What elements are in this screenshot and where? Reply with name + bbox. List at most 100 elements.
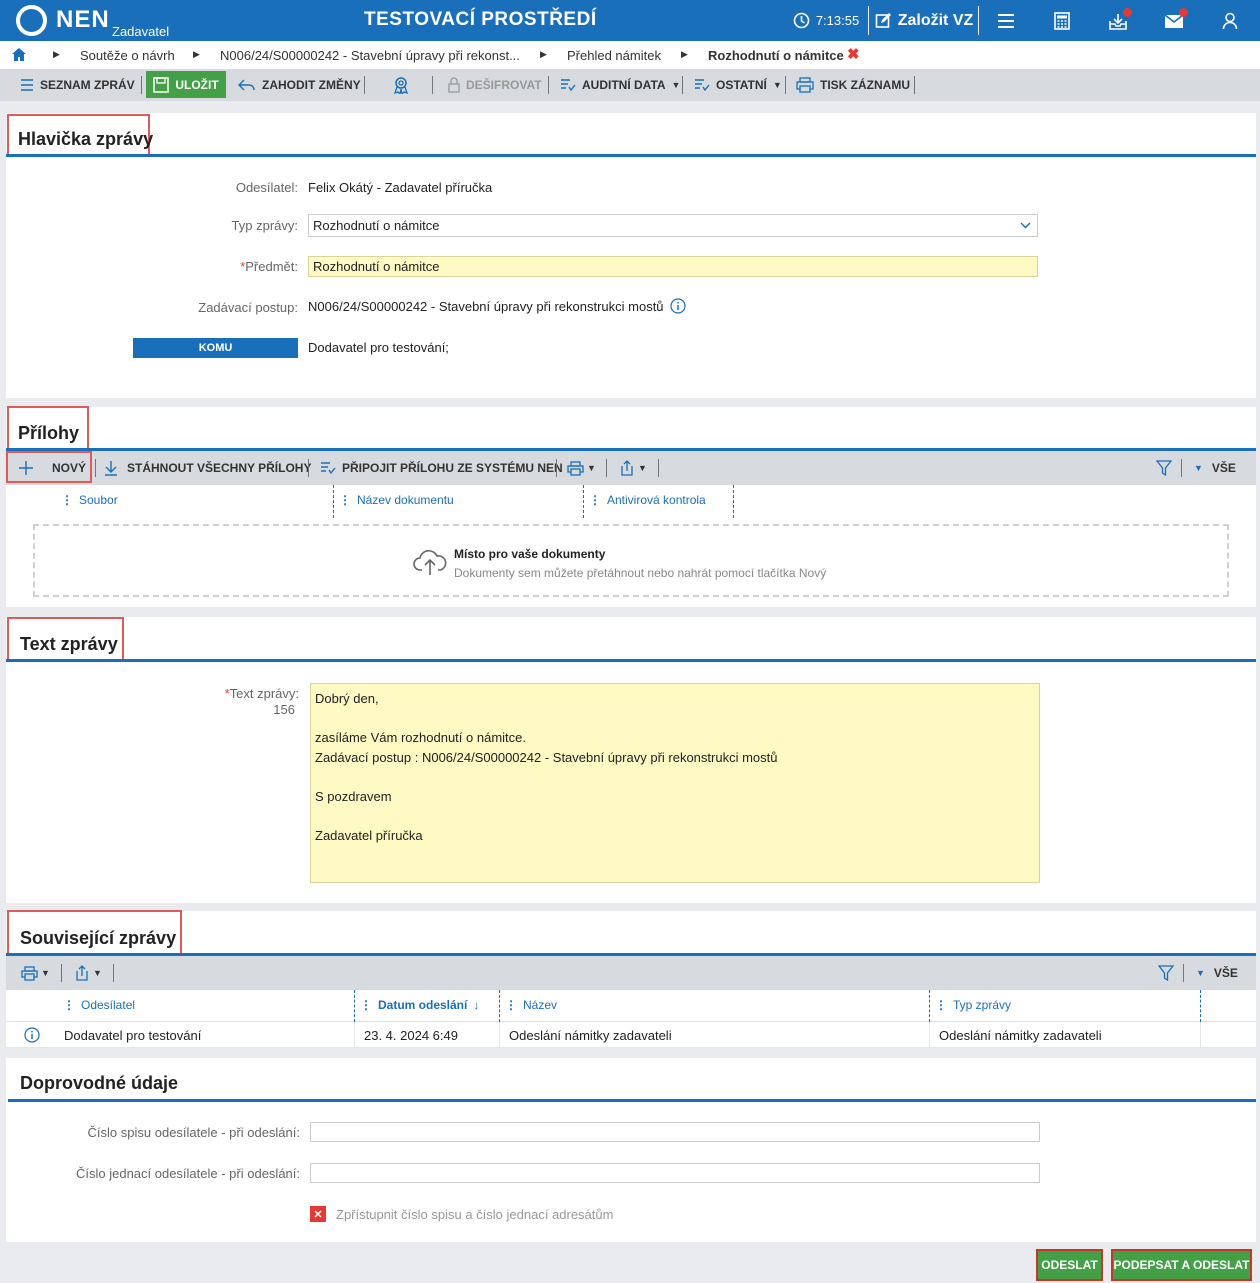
logo-text[interactable]: NEN <box>56 6 110 34</box>
cell-border <box>929 1022 930 1048</box>
cell-border <box>499 1022 500 1048</box>
other-button[interactable]: OSTATNÍ ▼ <box>694 69 782 101</box>
mail-button[interactable] <box>1158 0 1190 41</box>
inbox-button[interactable] <box>1102 0 1134 41</box>
divider <box>606 459 607 477</box>
section-divider <box>8 1099 1256 1102</box>
accompanying-data-panel <box>6 1058 1256 1242</box>
column-file[interactable]: ⋮ Soubor <box>61 493 118 507</box>
discard-changes-button[interactable]: ZAHODIT ZMĚNY <box>238 69 361 101</box>
view-all-label: VŠE <box>1211 461 1236 475</box>
menu-button[interactable] <box>990 0 1022 41</box>
caret-down-icon: ▼ <box>1194 463 1203 473</box>
caret-down-icon: ▼ <box>587 463 596 473</box>
decrypt-button[interactable]: DEŠIFROVAT <box>448 69 542 101</box>
create-vz-button[interactable]: Založit VZ <box>872 0 976 41</box>
drop-zone-title: Místo pro vaše dokumenty <box>454 547 606 561</box>
file-number-label: Číslo spisu odesílatele - při odeslání: <box>87 1125 300 1140</box>
message-textarea[interactable]: Dobrý den, zasíláme Vám rozhodnutí o námi… <box>310 683 1040 883</box>
column-menu-icon[interactable]: ⋮ <box>505 998 517 1012</box>
message-line <box>315 709 1035 729</box>
clock-display: 7:13:55 <box>788 0 864 41</box>
list-icon <box>21 79 33 91</box>
accompanying-section-title: Doprovodné údaje <box>20 1073 179 1093</box>
divider <box>432 76 433 94</box>
column-menu-icon[interactable]: ⋮ <box>360 998 372 1012</box>
column-sender[interactable]: ⋮ Odesílatel <box>63 998 135 1012</box>
info-icon[interactable] <box>24 1027 40 1043</box>
close-icon[interactable]: ✖ <box>847 45 860 63</box>
table-row[interactable]: Dodavatel pro testování 23. 4. 2024 6:49… <box>6 1022 1256 1048</box>
attach-list-icon <box>321 462 336 475</box>
divider <box>1183 964 1184 982</box>
to-button[interactable]: KOMU <box>133 338 298 358</box>
breadcrumb-item-procedure[interactable]: N006/24/S00000242 - Stavební úpravy při … <box>220 48 520 63</box>
export-icon <box>621 460 633 476</box>
user-button[interactable] <box>1214 0 1246 41</box>
divider <box>556 459 557 477</box>
attachments-section-title: Přílohy <box>18 423 80 443</box>
caret-down-icon: ▼ <box>41 968 50 978</box>
row-name: Odeslání námitky zadavateli <box>509 1028 672 1043</box>
column-sent-date[interactable]: ⋮ Datum odeslání ↓ <box>360 998 479 1012</box>
subject-input[interactable]: Rozhodnutí o námitce <box>308 256 1038 277</box>
home-icon[interactable] <box>12 48 26 61</box>
view-all-dropdown[interactable]: ▼ VŠE <box>1194 452 1236 484</box>
column-menu-icon[interactable]: ⋮ <box>589 493 601 507</box>
column-menu-icon[interactable]: ⋮ <box>935 998 947 1012</box>
attach-from-system-label: PŘIPOJIT PŘÍLOHU ZE SYSTÉMU NEN <box>342 461 563 475</box>
message-list-label: SEZNAM ZPRÁV <box>40 78 135 92</box>
drop-zone[interactable]: Místo pro vaše dokumenty Dokumenty sem m… <box>33 524 1229 597</box>
share-checkbox[interactable]: ✕ <box>310 1206 326 1222</box>
save-button[interactable]: ULOŽIT <box>146 71 226 98</box>
audit-data-button[interactable]: AUDITNÍ DATA ▼ <box>560 69 680 101</box>
reference-number-input[interactable] <box>310 1163 1040 1183</box>
new-attachment-button[interactable]: NOVÝ <box>18 452 86 484</box>
column-document-name[interactable]: ⋮ Název dokumentu <box>339 493 454 507</box>
print-record-button[interactable]: TISK ZÁZNAMU <box>796 69 910 101</box>
attach-from-system-button[interactable]: PŘIPOJIT PŘÍLOHU ZE SYSTÉMU NEN <box>320 452 563 484</box>
row-sender: Dodavatel pro testování <box>64 1028 202 1043</box>
filter-icon[interactable] <box>1156 460 1172 476</box>
column-message-type[interactable]: ⋮ Typ zprávy <box>935 998 1011 1012</box>
nen-logo-icon[interactable] <box>16 5 47 36</box>
breadcrumb: ▶ Soutěže o návrh ▶ N006/24/S00000242 - … <box>0 41 1260 69</box>
export-dropdown[interactable]: ▼ <box>74 957 102 989</box>
message-type-select[interactable]: Rozhodnutí o námitce <box>308 214 1038 237</box>
clock-icon <box>793 12 810 29</box>
column-antivirus[interactable]: ⋮ Antivirová kontrola <box>589 493 706 507</box>
send-button[interactable]: ODESLAT <box>1036 1249 1103 1281</box>
other-label: OSTATNÍ <box>716 78 767 92</box>
column-separator <box>499 990 500 1022</box>
file-number-input[interactable] <box>310 1122 1040 1142</box>
column-separator <box>333 485 334 518</box>
export-dropdown[interactable]: ▼ <box>619 452 647 484</box>
column-menu-icon[interactable]: ⋮ <box>339 493 351 507</box>
breadcrumb-item-competitions[interactable]: Soutěže o návrh <box>80 48 175 63</box>
calculator-button[interactable] <box>1046 0 1078 41</box>
printer-icon <box>796 77 814 93</box>
filter-icon[interactable] <box>1158 965 1174 981</box>
sort-down-icon[interactable]: ↓ <box>473 998 479 1012</box>
row-type: Odeslání námitky zadavateli <box>939 1028 1102 1043</box>
sign-and-send-button[interactable]: PODEPSAT A ODESLAT <box>1111 1249 1252 1281</box>
info-icon[interactable] <box>670 298 686 314</box>
column-menu-icon[interactable]: ⋮ <box>61 493 73 507</box>
breadcrumb-item-objections[interactable]: Přehled námitek <box>567 48 661 63</box>
view-all-dropdown[interactable]: ▼ VŠE <box>1196 957 1238 989</box>
create-vz-label: Založit VZ <box>897 11 974 29</box>
audit-data-label: AUDITNÍ DATA <box>582 78 666 92</box>
save-icon <box>153 76 170 93</box>
download-all-button[interactable]: STÁHNOUT VŠECHNY PŘÍLOHY <box>104 452 311 484</box>
chevron-down-icon <box>1020 222 1031 229</box>
divider <box>978 6 979 35</box>
plus-icon <box>19 461 33 475</box>
divider <box>682 76 683 94</box>
certificate-button[interactable] <box>392 69 410 101</box>
print-dropdown[interactable]: ▼ <box>567 452 596 484</box>
column-menu-icon[interactable]: ⋮ <box>63 998 75 1012</box>
print-dropdown[interactable]: ▼ <box>21 957 50 989</box>
message-list-button[interactable]: SEZNAM ZPRÁV <box>20 69 135 101</box>
divider <box>548 76 549 94</box>
column-name[interactable]: ⋮ Název <box>505 998 557 1012</box>
